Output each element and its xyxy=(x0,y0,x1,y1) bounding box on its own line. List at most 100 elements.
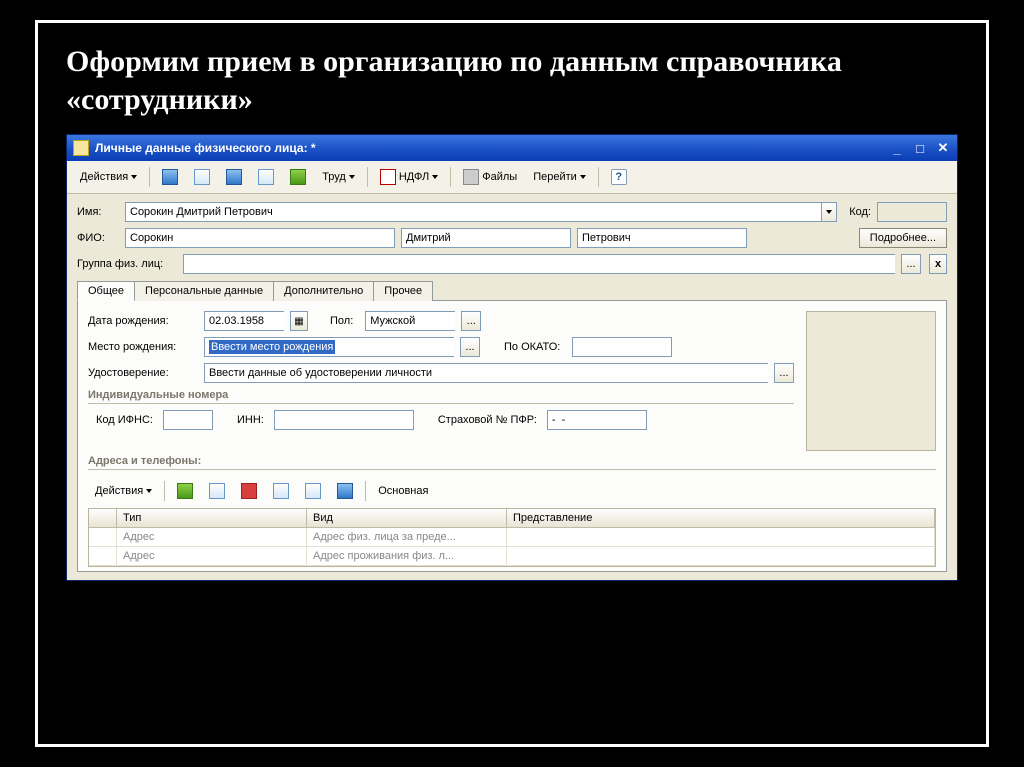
addr-tool-button[interactable] xyxy=(330,479,360,503)
doc-icon xyxy=(258,169,274,185)
toolbar-btn-5[interactable] xyxy=(283,165,313,189)
group-select-button[interactable]: ... xyxy=(901,254,921,274)
addresses-toolbar: Действия Основная xyxy=(88,476,936,508)
ndfl-menu[interactable]: НДФЛ xyxy=(373,165,445,189)
delete-row-icon xyxy=(241,483,257,499)
chevron-down-icon xyxy=(432,175,438,179)
id-label: Удостоверение: xyxy=(88,367,198,379)
files-menu[interactable]: Файлы xyxy=(456,165,524,189)
trud-menu[interactable]: Труд xyxy=(315,167,362,187)
id-select-button[interactable]: ... xyxy=(774,363,794,383)
toolbar-btn-1[interactable] xyxy=(155,165,185,189)
green-icon xyxy=(290,169,306,185)
grid-col-type[interactable]: Тип xyxy=(117,509,307,528)
photo-placeholder[interactable] xyxy=(806,311,936,451)
dob-label: Дата рождения: xyxy=(88,315,198,327)
actions-label: Действия xyxy=(80,171,128,183)
sex-label: Пол: xyxy=(330,315,353,327)
addr-delete-button[interactable] xyxy=(234,479,264,503)
sex-input[interactable] xyxy=(365,311,455,331)
addr-actions-menu[interactable]: Действия xyxy=(88,481,159,501)
dob-input[interactable] xyxy=(204,311,284,331)
nav-icon xyxy=(226,169,242,185)
grid-col-marker[interactable] xyxy=(89,509,117,528)
grid-col-repr[interactable]: Представление xyxy=(507,509,935,528)
tab-additional[interactable]: Дополнительно xyxy=(273,281,374,301)
addresses-header: Адреса и телефоны: xyxy=(88,455,936,470)
main-toolbar: Действия Труд НДФЛ xyxy=(67,161,957,194)
minimize-button[interactable]: _ xyxy=(887,138,907,158)
goto-menu[interactable]: Перейти xyxy=(526,167,593,187)
pfr-label: Страховой № ПФР: xyxy=(438,414,537,426)
calendar-icon: ▦ xyxy=(294,316,303,327)
actions-menu[interactable]: Действия xyxy=(73,167,144,187)
chevron-down-icon xyxy=(826,210,832,214)
code-label: Код: xyxy=(849,206,871,218)
group-input[interactable] xyxy=(183,254,895,274)
cell-repr xyxy=(507,528,935,546)
separator xyxy=(450,167,451,187)
addr-down-button[interactable] xyxy=(298,479,328,503)
help-button[interactable]: ? xyxy=(604,165,634,189)
chevron-down-icon xyxy=(131,175,137,179)
app-icon xyxy=(73,140,89,156)
grid-col-kind[interactable]: Вид xyxy=(307,509,507,528)
separator xyxy=(367,167,368,187)
tab-panel-general: Дата рождения: ▦ Пол: ... Место рождения… xyxy=(77,301,947,572)
table-row[interactable]: Адрес Адрес физ. лица за преде... xyxy=(89,528,935,547)
tool-icon xyxy=(337,483,353,499)
attachment-icon xyxy=(463,169,479,185)
addresses-grid: Тип Вид Представление Адрес Адрес физ. л… xyxy=(88,508,936,567)
move-down-icon xyxy=(305,483,321,499)
toolbar-btn-4[interactable] xyxy=(251,165,281,189)
form-body: Имя: Код: ФИО: Подробнее... xyxy=(67,194,957,580)
more-button[interactable]: Подробнее... xyxy=(859,228,947,248)
sex-select-button[interactable]: ... xyxy=(461,311,481,331)
surname-input[interactable] xyxy=(125,228,395,248)
firstname-input[interactable] xyxy=(401,228,571,248)
inn-input[interactable] xyxy=(274,410,414,430)
tab-personal[interactable]: Персональные данные xyxy=(134,281,274,301)
chevron-down-icon xyxy=(349,175,355,179)
addr-main-button[interactable]: Основная xyxy=(371,481,435,501)
goto-label: Перейти xyxy=(533,171,577,183)
group-clear-button[interactable]: x xyxy=(929,254,947,274)
pob-select-button[interactable]: ... xyxy=(460,337,480,357)
save-icon xyxy=(162,169,178,185)
pob-input[interactable]: Ввести место рождения xyxy=(204,337,454,357)
okato-input[interactable] xyxy=(572,337,672,357)
ndfl-label: НДФЛ xyxy=(399,171,429,183)
help-icon: ? xyxy=(611,169,627,185)
window: Личные данные физического лица: * _ □ ✕ … xyxy=(66,134,958,581)
addr-edit-button[interactable] xyxy=(202,479,232,503)
name-input[interactable] xyxy=(125,202,821,222)
ifns-input[interactable] xyxy=(163,410,213,430)
pob-label: Место рождения: xyxy=(88,341,198,353)
separator xyxy=(149,167,150,187)
fio-label: ФИО: xyxy=(77,232,119,244)
id-input[interactable] xyxy=(204,363,768,383)
dob-calendar-button[interactable]: ▦ xyxy=(290,311,308,331)
maximize-button[interactable]: □ xyxy=(910,138,930,158)
addr-add-button[interactable] xyxy=(170,479,200,503)
slide-title: Оформим прием в организацию по данным сп… xyxy=(66,43,958,118)
toolbar-btn-3[interactable] xyxy=(219,165,249,189)
files-label: Файлы xyxy=(482,171,517,183)
row-marker-icon xyxy=(89,528,117,546)
patronymic-input[interactable] xyxy=(577,228,747,248)
close-button[interactable]: ✕ xyxy=(933,138,953,158)
cell-kind: Адрес проживания физ. л... xyxy=(307,547,507,565)
cell-type: Адрес xyxy=(117,547,307,565)
tab-other[interactable]: Прочее xyxy=(373,281,433,301)
titlebar: Личные данные физического лица: * _ □ ✕ xyxy=(67,135,957,161)
cell-repr xyxy=(507,547,935,565)
pob-value: Ввести место рождения xyxy=(209,340,335,354)
toolbar-btn-2[interactable] xyxy=(187,165,217,189)
window-title: Личные данные физического лица: * xyxy=(95,141,887,155)
code-input[interactable] xyxy=(877,202,947,222)
tab-general[interactable]: Общее xyxy=(77,281,135,301)
table-row[interactable]: Адрес Адрес проживания физ. л... xyxy=(89,547,935,566)
addr-up-button[interactable] xyxy=(266,479,296,503)
pfr-input[interactable] xyxy=(547,410,647,430)
name-dropdown-button[interactable] xyxy=(821,202,837,222)
